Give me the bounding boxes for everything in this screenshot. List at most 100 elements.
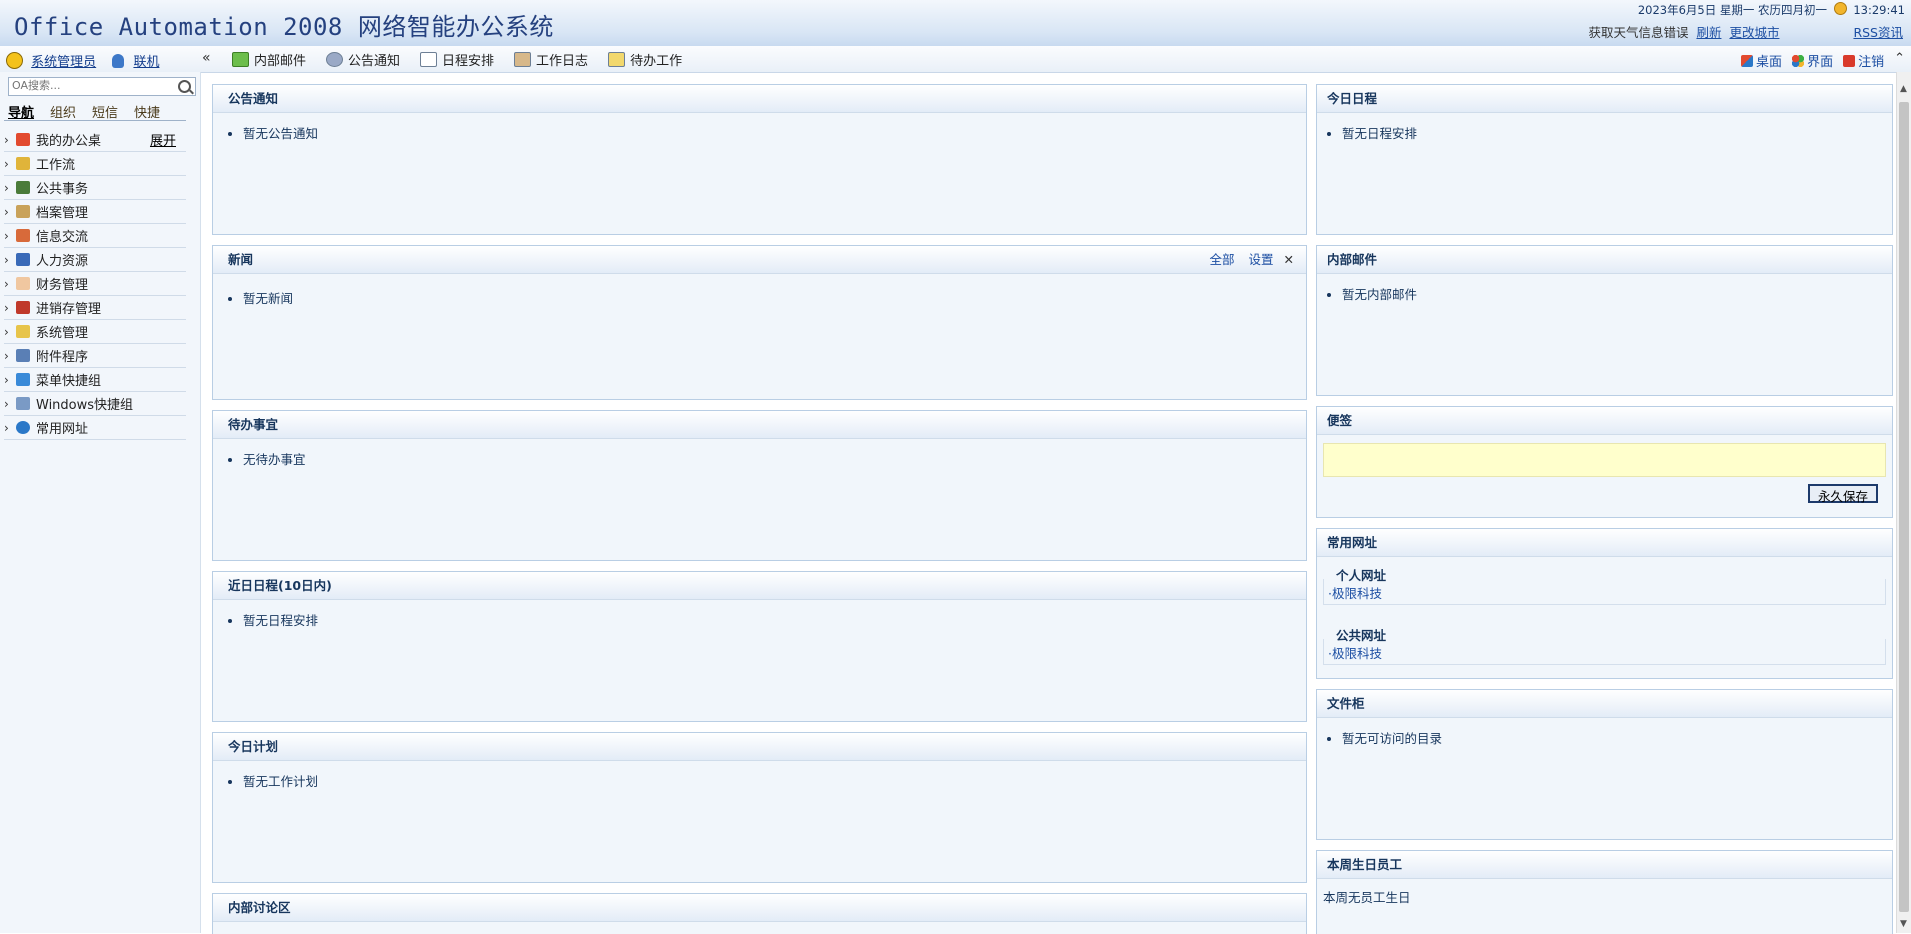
- sidebar-item-label: 信息交流: [36, 230, 89, 245]
- sidebar-item-system[interactable]: › 系统管理: [4, 320, 186, 344]
- todo-icon: [608, 52, 626, 67]
- menu-shortcut-icon: [16, 373, 30, 386]
- toolbar-notice-label: 公告通知: [348, 54, 401, 69]
- expand-all-link[interactable]: 展开: [150, 130, 176, 149]
- change-city-link[interactable]: 更改城市: [1729, 25, 1779, 40]
- toolbar-calendar-label: 日程安排: [442, 54, 495, 69]
- sidebar-item-menu-shortcuts[interactable]: › 菜单快捷组: [4, 368, 186, 392]
- tab-sms[interactable]: 短信: [92, 102, 134, 121]
- chevron-right-icon: ›: [4, 276, 9, 291]
- file-cabinet-panel-title: 文件柜: [1317, 690, 1892, 718]
- sidebar-item-label: 人力资源: [36, 254, 89, 269]
- theme-link[interactable]: 界面: [1792, 51, 1833, 70]
- sidebar-tab-divider: [4, 120, 186, 121]
- chevron-right-icon: ›: [4, 228, 9, 243]
- notes-panel-title: 便签: [1317, 407, 1892, 435]
- recent-schedule-panel: 近日日程(10日内) 暂无日程安排: [212, 571, 1307, 722]
- toolbar-shortcuts: 内部邮件 公告通知 日程安排 工作日志 待办工作: [232, 50, 682, 69]
- toolbar-mail-button[interactable]: 内部邮件: [232, 50, 306, 69]
- internal-mail-panel: 内部邮件 暂无内部邮件: [1316, 245, 1893, 396]
- rss-link[interactable]: RSS资讯: [1853, 25, 1903, 40]
- birthday-text: 本周无员工生日: [1323, 890, 1411, 905]
- websites-panel-title: 常用网址: [1317, 529, 1892, 557]
- list-item: 无待办事宜: [243, 449, 1291, 468]
- today-plan-panel: 今日计划 暂无工作计划: [212, 732, 1307, 883]
- toolbar-todo-button[interactable]: 待办工作: [608, 50, 682, 69]
- news-all-link[interactable]: 全部: [1210, 252, 1235, 267]
- public-website-link[interactable]: ·极限科技: [1328, 646, 1382, 661]
- desktop-label: 桌面: [1756, 55, 1783, 70]
- collapse-sidebar-button[interactable]: «: [202, 50, 211, 66]
- user-name-link[interactable]: 系统管理员: [31, 55, 96, 70]
- sidebar-item-label: 常用网址: [36, 422, 89, 437]
- list-item: 暂无日程安排: [243, 610, 1291, 629]
- sidebar-item-hr[interactable]: › 人力资源: [4, 248, 186, 272]
- tab-shortcut[interactable]: 快捷: [134, 102, 176, 121]
- hr-icon: [16, 253, 30, 266]
- sidebar-item-public-affairs[interactable]: › 公共事务: [4, 176, 186, 200]
- tab-organization[interactable]: 组织: [50, 102, 92, 121]
- scrollbar-thumb[interactable]: [1899, 102, 1909, 912]
- announcement-panel: 公告通知 暂无公告通知: [212, 84, 1307, 235]
- tab-navigation[interactable]: 导航: [8, 102, 50, 121]
- finance-icon: [16, 277, 30, 290]
- desktop-icon: [1741, 54, 1754, 67]
- log-icon: [514, 52, 532, 67]
- sidebar-item-websites[interactable]: › 常用网址: [4, 416, 186, 440]
- toolbar-mail-label: 内部邮件: [254, 54, 307, 69]
- news-panel-header: 新闻 全部 设置 ✕: [213, 246, 1306, 274]
- toolbar-notice-button[interactable]: 公告通知: [326, 50, 400, 69]
- birthday-panel: 本周生日员工 本周无员工生日: [1316, 850, 1893, 934]
- sidebar-item-info-exchange[interactable]: › 信息交流: [4, 224, 186, 248]
- inventory-icon: [16, 301, 30, 314]
- toolbar-todo-label: 待办工作: [630, 54, 683, 69]
- sidebar-item-finance[interactable]: › 财务管理: [4, 272, 186, 296]
- system-icon: [16, 325, 30, 338]
- toolbar-log-button[interactable]: 工作日志: [514, 50, 588, 69]
- sidebar-item-accessories[interactable]: › 附件程序: [4, 344, 186, 368]
- scroll-up-icon[interactable]: ▲: [1900, 84, 1907, 94]
- websites-panel: 常用网址 个人网址 ·极限科技 公共网址 ·极限科技: [1316, 528, 1893, 679]
- weather-refresh-link[interactable]: 刷新: [1696, 25, 1721, 40]
- sidebar-item-label: 我的办公桌: [36, 134, 102, 149]
- weather-bar: 获取天气信息错误 刷新 更改城市 RSS资讯: [1588, 22, 1903, 41]
- birthday-panel-title: 本周生日员工: [1317, 851, 1892, 879]
- sidebar-item-windows-shortcuts[interactable]: › Windows快捷组: [4, 392, 186, 416]
- weather-error-text: 获取天气信息错误: [1588, 25, 1689, 40]
- chevron-right-icon: ›: [4, 180, 9, 195]
- sidebar-item-label: 工作流: [36, 158, 76, 173]
- public-websites-title: 公共网址: [1334, 625, 1389, 644]
- sidebar-item-label: 附件程序: [36, 350, 89, 365]
- sidebar-item-my-desk[interactable]: › 我的办公桌 展开: [4, 128, 186, 152]
- sidebar-item-workflow[interactable]: › 工作流: [4, 152, 186, 176]
- personal-websites-group: 个人网址 ·极限科技: [1323, 565, 1886, 605]
- toolbar-calendar-button[interactable]: 日程安排: [420, 50, 494, 69]
- save-note-button[interactable]: 永久保存: [1807, 484, 1878, 504]
- scroll-down-icon[interactable]: ▼: [1900, 919, 1907, 929]
- todo-panel-title: 待办事宜: [213, 411, 1306, 439]
- logout-link[interactable]: 注销: [1843, 51, 1884, 70]
- news-settings-link[interactable]: 设置: [1249, 252, 1274, 267]
- accessories-icon: [16, 349, 30, 362]
- sidebar-item-label: 财务管理: [36, 278, 89, 293]
- logout-icon: [1843, 54, 1856, 67]
- sidebar-item-label: Windows快捷组: [36, 398, 134, 413]
- chevron-right-icon: ›: [4, 324, 9, 339]
- user-area: 系统管理员 联机: [6, 51, 159, 70]
- sidebar-item-archives[interactable]: › 档案管理: [4, 200, 186, 224]
- list-item: 暂无日程安排: [1342, 123, 1877, 142]
- oa-search-input[interactable]: [9, 78, 175, 93]
- sidebar-item-inventory[interactable]: › 进销存管理: [4, 296, 186, 320]
- oa-search-box: [8, 77, 196, 96]
- close-icon[interactable]: ✕: [1284, 252, 1294, 267]
- page-scrollbar[interactable]: ▲ ▼: [1896, 72, 1911, 933]
- search-icon[interactable]: [178, 80, 191, 93]
- forum-panel-title: 内部讨论区: [213, 894, 1306, 922]
- desktop-link[interactable]: 桌面: [1741, 51, 1782, 70]
- online-status-link[interactable]: 联机: [133, 55, 159, 70]
- personal-websites-title: 个人网址: [1334, 565, 1389, 584]
- note-textarea[interactable]: [1323, 443, 1886, 477]
- personal-website-link[interactable]: ·极限科技: [1328, 586, 1382, 601]
- today-plan-panel-title: 今日计划: [213, 733, 1306, 761]
- collapse-header-icon[interactable]: ⌃: [1894, 51, 1905, 70]
